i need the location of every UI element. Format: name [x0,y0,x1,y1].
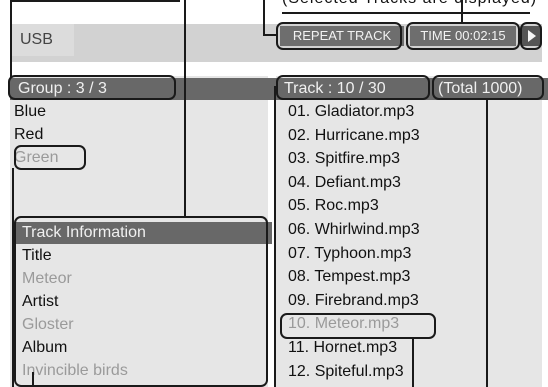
leader-repeat-h [263,34,277,36]
track-item[interactable]: 04. Defiant.mp3 [288,172,401,194]
track-item[interactable]: 11. Hornet.mp3 [288,337,397,359]
track-item[interactable]: 09. Firebrand.mp3 [288,290,419,312]
source-label: USB [10,24,74,56]
callout-time [406,22,520,50]
leader-selected-v [412,337,414,387]
leader-total-v [486,98,488,387]
leader-green-v [12,168,14,387]
track-item[interactable]: 05. Roc.mp3 [288,195,379,217]
callout-repeat-mode [276,22,402,50]
callout-group-selected [14,145,86,170]
leader-group-v [10,0,12,78]
callout-track-header [276,75,430,100]
group-item-blue[interactable]: Blue [14,101,46,123]
track-item[interactable]: 06. Whirlwind.mp3 [288,219,420,241]
leader-track-header-v [274,86,276,387]
track-item[interactable]: 12. Spiteful.mp3 [288,361,404,383]
callout-group-header [8,75,176,100]
callout-selected-track [280,313,436,339]
track-item[interactable]: 01. Gladiator.mp3 [288,101,414,123]
leader-left-edge [32,372,34,387]
leader-info-v [184,0,186,218]
leader-repeat-v [263,0,265,36]
callout-track-info [14,216,268,387]
callout-play [520,22,542,50]
track-item[interactable]: 03. Spitfire.mp3 [288,148,400,170]
track-item[interactable]: 02. Hurricane.mp3 [288,125,420,147]
track-item[interactable]: 07. Typhoon.mp3 [288,243,411,265]
track-item[interactable]: 08. Tempest.mp3 [288,266,410,288]
selected-tracks-caption: (Selected Tracks are displayed) [282,0,537,8]
group-item-red[interactable]: Red [14,124,43,146]
leader-group-top [10,0,180,2]
callout-total [432,75,544,100]
leader-topline [282,12,530,14]
